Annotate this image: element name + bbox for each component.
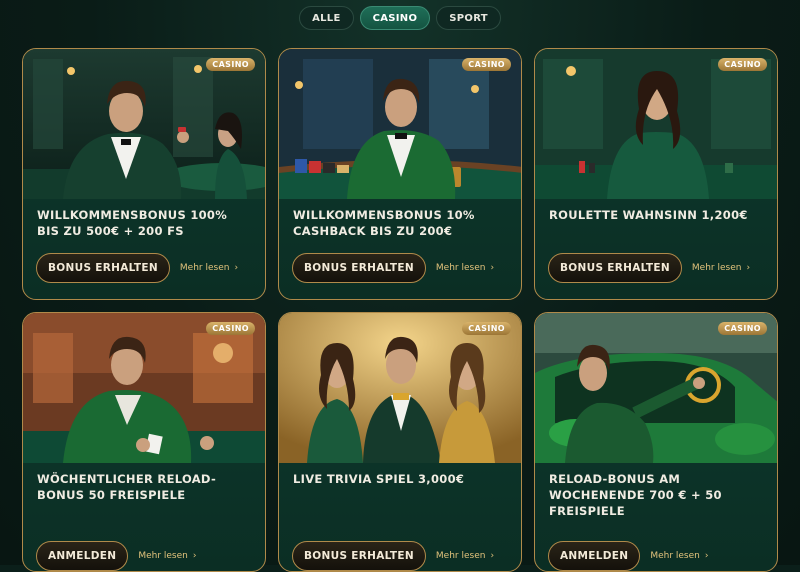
get-bonus-button[interactable]: BONUS ERHALTEN <box>292 253 426 283</box>
promo-title: ROULETTE WAHNSINN 1,200€ <box>549 208 748 222</box>
category-badge: CASINO <box>718 58 767 71</box>
promo-actions: ANMELDEN Mehr lesen › <box>36 541 196 571</box>
category-badge: CASINO <box>206 322 255 335</box>
category-badge: CASINO <box>462 322 511 335</box>
sign-up-button[interactable]: ANMELDEN <box>548 541 641 571</box>
promo-image: CASINO <box>535 49 777 199</box>
get-bonus-button[interactable]: BONUS ERHALTEN <box>36 253 170 283</box>
promo-image: CASINO <box>279 313 521 463</box>
category-filter-bar: ALLE CASINO SPORT <box>0 6 800 32</box>
sign-up-button[interactable]: ANMELDEN <box>36 541 129 571</box>
promo-image: CASINO <box>23 313 265 463</box>
read-more-label: Mehr lesen <box>179 263 230 273</box>
promo-title: LIVE TRIVIA SPIEL 3,000€ <box>293 472 465 486</box>
filter-tab-casino[interactable]: CASINO <box>359 6 431 30</box>
get-bonus-button[interactable]: BONUS ERHALTEN <box>548 253 682 283</box>
promo-card: CASINO ROULETTE WAHNSINN 1,200€ BONUS ER… <box>534 48 778 300</box>
category-badge: CASINO <box>206 58 255 71</box>
promo-title: WÖCHENTLICHER RELOAD-BONUS 50 FREISPIELE <box>37 472 217 502</box>
promo-title: WILLKOMMENSBONUS 100% BIS ZU 500€ + 200 … <box>37 208 228 238</box>
promo-title: RELOAD-BONUS AM WOCHENENDE 700 € + 50 FR… <box>549 472 722 518</box>
read-more-link[interactable]: Mehr lesen › <box>692 263 750 273</box>
promo-actions: ANMELDEN Mehr lesen › <box>548 541 708 571</box>
read-more-link[interactable]: Mehr lesen › <box>138 551 196 561</box>
promo-card: CASINO LIVE TRIVIA SPIEL 3,000€ BONUS ER… <box>278 312 522 572</box>
promo-image: CASINO <box>279 49 521 199</box>
promo-actions: BONUS ERHALTEN Mehr lesen › <box>548 253 750 283</box>
read-more-link[interactable]: Mehr lesen › <box>436 551 494 561</box>
chevron-right-icon: › <box>192 551 197 561</box>
promo-image: CASINO <box>23 49 265 199</box>
read-more-label: Mehr lesen <box>435 263 486 273</box>
read-more-link[interactable]: Mehr lesen › <box>180 263 238 273</box>
promo-card: CASINO WILLKOMMENSBONUS 100% BIS ZU 500€… <box>22 48 266 300</box>
read-more-label: Mehr lesen <box>691 263 742 273</box>
promo-actions: BONUS ERHALTEN Mehr lesen › <box>292 541 494 571</box>
chevron-right-icon: › <box>234 263 239 273</box>
promo-actions: BONUS ERHALTEN Mehr lesen › <box>36 253 238 283</box>
read-more-link[interactable]: Mehr lesen › <box>436 263 494 273</box>
read-more-label: Mehr lesen <box>435 551 486 561</box>
get-bonus-button[interactable]: BONUS ERHALTEN <box>292 541 426 571</box>
category-badge: CASINO <box>462 58 511 71</box>
chevron-right-icon: › <box>490 263 495 273</box>
promo-card: CASINO WILLKOMMENSBONUS 10% CASHBACK BIS… <box>278 48 522 300</box>
read-more-label: Mehr lesen <box>138 551 188 561</box>
filter-tab-sport[interactable]: SPORT <box>436 6 501 30</box>
read-more-link[interactable]: Mehr lesen › <box>650 551 708 561</box>
promo-card: CASINO WÖCHENTLICHER RELOAD-BONUS 50 FRE… <box>22 312 266 572</box>
promo-image: CASINO <box>535 313 777 463</box>
filter-tab-alle[interactable]: ALLE <box>299 6 354 30</box>
chevron-right-icon: › <box>704 551 709 561</box>
category-badge: CASINO <box>718 322 767 335</box>
chevron-right-icon: › <box>490 551 495 561</box>
promo-card: CASINO RELOAD-BONUS AM WOCHENENDE 700 € … <box>534 312 778 572</box>
promo-title: WILLKOMMENSBONUS 10% CASHBACK BIS ZU 200… <box>293 208 475 238</box>
read-more-label: Mehr lesen <box>650 551 700 561</box>
chevron-right-icon: › <box>746 263 751 273</box>
promo-actions: BONUS ERHALTEN Mehr lesen › <box>292 253 494 283</box>
promotion-grid: CASINO WILLKOMMENSBONUS 100% BIS ZU 500€… <box>22 48 778 572</box>
